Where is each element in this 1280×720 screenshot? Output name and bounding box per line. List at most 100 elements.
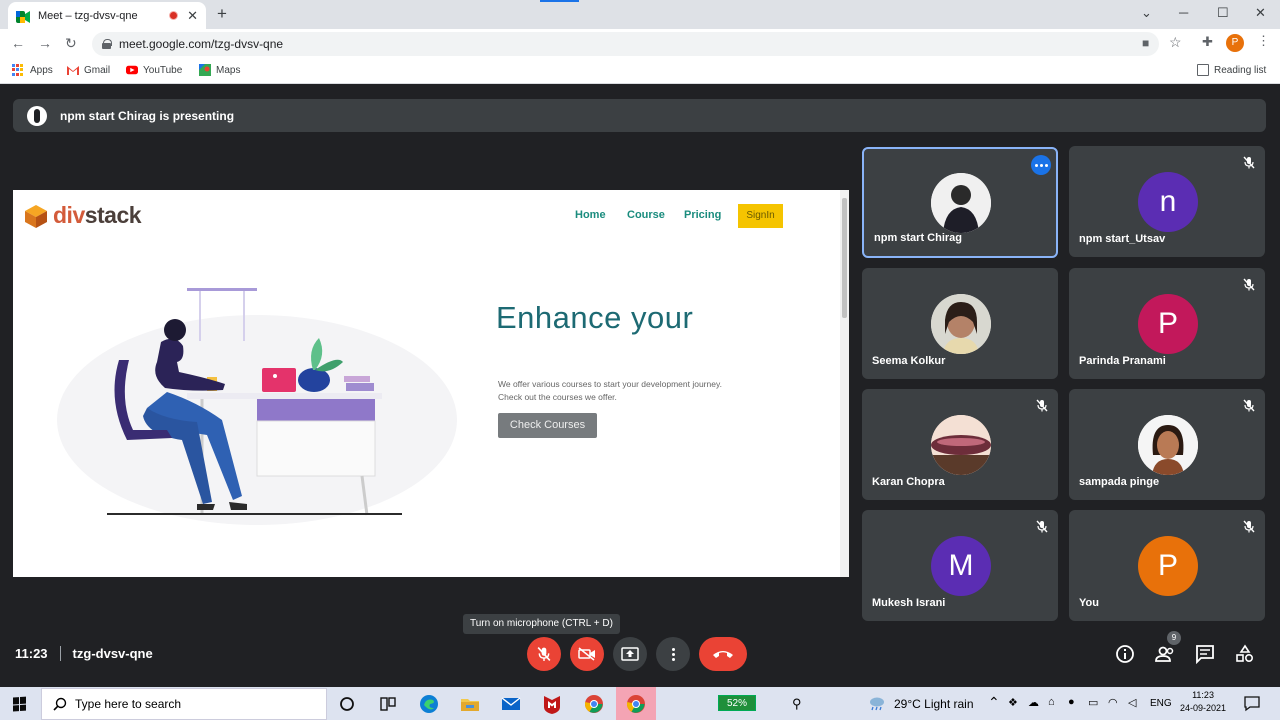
divstack-logo: divstack: [23, 202, 142, 229]
participant-tile-utsav[interactable]: n npm start_Utsav: [1069, 146, 1265, 257]
bookmark-label: Apps: [30, 64, 53, 76]
new-tab-icon[interactable]: +: [217, 4, 227, 24]
battery-indicator[interactable]: 52%: [718, 695, 756, 711]
maps-icon: [199, 64, 211, 76]
notifications-icon[interactable]: [1243, 694, 1261, 712]
mic-off-icon: [1243, 520, 1255, 533]
bookmark-star-icon[interactable]: ☆: [1169, 34, 1182, 51]
participant-tile-chirag[interactable]: npm start Chirag: [862, 147, 1058, 258]
gmail-icon: [67, 66, 79, 75]
divstack-cube-icon: [25, 204, 47, 228]
file-explorer-icon[interactable]: [459, 693, 481, 715]
mcafee-icon[interactable]: [541, 693, 563, 715]
browser-tab-strip: Meet – tzg-dvsv-qne ✕ + ⌄ ─ ☐ ✕: [0, 0, 1280, 29]
participant-tile-mukesh[interactable]: M Mukesh Israni: [862, 510, 1058, 621]
chrome-icon[interactable]: [583, 693, 605, 715]
participant-tile-you[interactable]: P You: [1069, 510, 1265, 621]
more-options-button[interactable]: [656, 637, 690, 671]
tab-title: Meet – tzg-dvsv-qne: [38, 9, 138, 22]
participant-tile-parinda[interactable]: P Parinda Pranami: [1069, 268, 1265, 379]
reading-list-button[interactable]: Reading list: [1197, 64, 1266, 76]
meeting-details: 11:23 tzg-dvsv-qne: [15, 646, 153, 661]
bookmark-maps[interactable]: Maps: [199, 64, 240, 76]
volume-icon[interactable]: ◁: [1128, 696, 1136, 709]
camera-toggle-button[interactable]: [570, 637, 604, 671]
participant-name: Parinda Pranami: [1079, 355, 1166, 367]
site-desc-line-1: We offer various courses to start your d…: [498, 379, 722, 389]
recording-icon: [169, 11, 179, 20]
reading-list-label: Reading list: [1214, 64, 1267, 76]
edge-icon[interactable]: [418, 693, 440, 715]
mail-icon[interactable]: [500, 693, 522, 715]
bookmark-youtube[interactable]: YouTube: [126, 64, 182, 76]
participant-name: You: [1079, 597, 1099, 609]
dropbox-icon[interactable]: ❖: [1008, 696, 1018, 709]
chrome-menu-icon[interactable]: ⋮: [1257, 33, 1270, 49]
people-tray-icon[interactable]: ⚲: [792, 696, 802, 712]
leave-call-button[interactable]: [699, 637, 747, 671]
meeting-info-icon[interactable]: [1115, 644, 1135, 664]
window-close-icon[interactable]: ✕: [1255, 5, 1266, 21]
wifi-icon[interactable]: ◠: [1108, 696, 1118, 709]
language-indicator[interactable]: ENG: [1150, 698, 1172, 709]
tile-more-options-icon[interactable]: [1031, 155, 1051, 175]
address-bar[interactable]: meet.google.com/tzg-dvsv-qne: [92, 32, 1159, 56]
taskbar-search-box[interactable]: Type here to search: [41, 688, 327, 720]
browser-tab-meet[interactable]: Meet – tzg-dvsv-qne ✕: [8, 2, 206, 29]
minimize-icon[interactable]: ─: [1179, 5, 1188, 20]
chat-icon[interactable]: [1195, 644, 1215, 664]
site-nav-home: Home: [575, 209, 606, 221]
taskbar-clock[interactable]: 11:23 24-09-2021: [1180, 689, 1226, 715]
bookmark-apps[interactable]: Apps: [12, 64, 53, 76]
people-icon[interactable]: [1155, 644, 1175, 664]
maximize-icon[interactable]: ☐: [1217, 5, 1229, 21]
windows-start-icon[interactable]: [13, 696, 27, 712]
profile-avatar[interactable]: P: [1226, 34, 1244, 52]
participant-avatar: [931, 415, 991, 475]
tab-strip-indicator: [540, 0, 579, 2]
present-screen-icon: [621, 647, 639, 661]
desk-illustration: [57, 288, 457, 525]
camera-in-use-icon[interactable]: ■: [1142, 36, 1149, 50]
site-nav-pricing: Pricing: [684, 209, 722, 221]
activities-icon[interactable]: [1235, 644, 1255, 664]
participant-name: npm start_Utsav: [1079, 233, 1166, 245]
back-icon[interactable]: ←: [11, 35, 25, 51]
microphone-tray-icon[interactable]: ●: [1068, 696, 1075, 708]
windows-taskbar: Type here to search 52% ⚲ 29°C Light rai…: [0, 687, 1280, 720]
shared-screen: divstack Home Course Pricing SignIn Enha…: [13, 190, 849, 577]
url-text: meet.google.com/tzg-dvsv-qne: [119, 37, 284, 51]
present-now-button[interactable]: [613, 637, 647, 671]
mic-off-icon: [1036, 399, 1048, 412]
presenter-avatar: [27, 105, 47, 126]
participant-name: Karan Chopra: [872, 476, 945, 488]
tab-search-icon[interactable]: ⌄: [1141, 5, 1152, 21]
reload-icon[interactable]: ↻: [65, 35, 77, 52]
weather-icon[interactable]: [868, 695, 886, 711]
chrome-meet-icon[interactable]: [625, 693, 647, 715]
forward-icon[interactable]: →: [38, 35, 52, 51]
participant-name: sampada pinge: [1079, 476, 1160, 488]
network-icon[interactable]: ⌂: [1048, 696, 1055, 708]
onedrive-icon[interactable]: ☁: [1028, 696, 1039, 709]
participant-tile-sampada[interactable]: sampada pinge: [1069, 389, 1265, 500]
site-scroll-thumb: [842, 198, 847, 318]
participant-tile-seema[interactable]: Seema Kolkur: [862, 268, 1058, 379]
camera-off-icon: [578, 647, 595, 661]
site-nav-course: Course: [627, 209, 665, 221]
bookmark-gmail[interactable]: Gmail: [67, 64, 110, 76]
battery-tray-icon[interactable]: ▭: [1088, 696, 1098, 709]
participant-avatar: [1138, 415, 1198, 475]
task-view-icon[interactable]: [377, 693, 399, 715]
cortana-icon[interactable]: [336, 693, 358, 715]
mic-toggle-button[interactable]: [527, 637, 561, 671]
extensions-icon[interactable]: ✚: [1202, 34, 1213, 50]
tab-close-icon[interactable]: ✕: [187, 8, 198, 24]
lock-icon[interactable]: [102, 39, 112, 49]
weather-text[interactable]: 29°C Light rain: [894, 697, 974, 711]
tray-overflow-icon[interactable]: ⌃: [988, 694, 1000, 711]
bookmark-label: Gmail: [84, 64, 111, 76]
more-vert-icon: [671, 647, 675, 661]
participant-tile-karan[interactable]: Karan Chopra: [862, 389, 1058, 500]
presenting-banner: npm start Chirag is presenting: [13, 99, 1266, 132]
